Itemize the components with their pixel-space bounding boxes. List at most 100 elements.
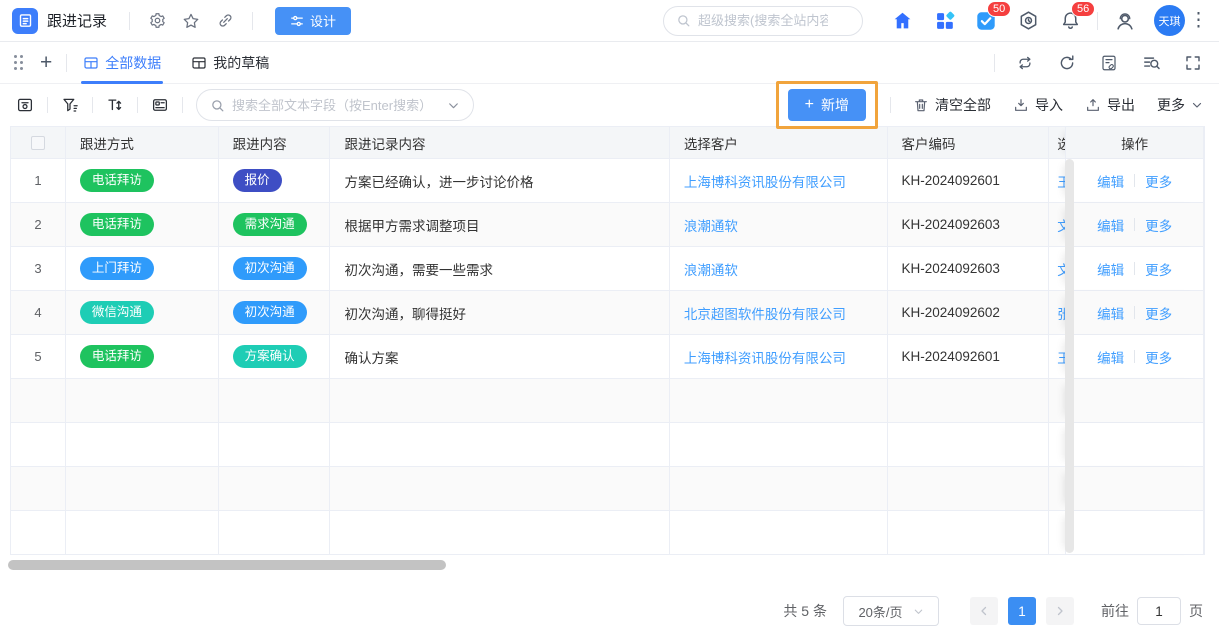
edit-link[interactable]: 编辑 <box>1097 259 1124 279</box>
header-code[interactable]: 客户编码 <box>888 127 1050 158</box>
design-button[interactable]: 设计 <box>275 7 351 35</box>
more-label: 更多 <box>1157 95 1185 115</box>
table-toolbar: + 新增 清空全部 导入 导出 <box>0 84 1219 126</box>
home-icon[interactable] <box>887 6 917 36</box>
share-link-icon[interactable] <box>211 7 239 35</box>
filter-icon[interactable] <box>57 92 83 118</box>
more-link[interactable]: 更多 <box>1145 259 1172 279</box>
view-tools <box>994 51 1205 75</box>
workflow-icon[interactable] <box>1013 6 1043 36</box>
field-search-box[interactable] <box>196 89 474 121</box>
method-cell: 上门拜访 <box>66 247 219 290</box>
customer-support-icon[interactable] <box>1110 6 1140 36</box>
notification-count-badge: 56 <box>1071 1 1095 17</box>
method-cell: 微信沟通 <box>66 291 219 334</box>
export-button[interactable]: 导出 <box>1085 95 1135 115</box>
customer-cell: 北京超图软件股份有限公司 <box>670 291 888 334</box>
customer-link[interactable]: 浪潮通软 <box>684 259 738 279</box>
more-link[interactable]: 更多 <box>1145 303 1172 323</box>
header-record[interactable]: 跟进记录内容 <box>330 127 669 158</box>
field-display-icon[interactable] <box>147 92 173 118</box>
vertical-scrollbar[interactable] <box>1065 159 1074 553</box>
add-view-button[interactable]: + <box>40 52 52 73</box>
page-size-select[interactable]: 20条/页 <box>843 596 939 626</box>
plus-icon: + <box>805 97 814 113</box>
content-badge: 需求沟通 <box>233 213 307 235</box>
header-method[interactable]: 跟进方式 <box>66 127 219 158</box>
more-kebab-icon[interactable]: ⋮ <box>1189 9 1207 32</box>
next-page-button[interactable] <box>1046 597 1074 625</box>
current-page-button[interactable]: 1 <box>1008 597 1036 625</box>
header-action: 操作 <box>1065 127 1204 158</box>
edit-link[interactable]: 编辑 <box>1097 347 1124 367</box>
header-clipped: 选 <box>1049 127 1065 158</box>
settings-gear-icon[interactable] <box>143 7 171 35</box>
horizontal-scrollbar-thumb[interactable] <box>8 560 446 570</box>
customer-cell: 浪潮通软 <box>670 203 888 246</box>
user-avatar[interactable]: 天琪 <box>1154 5 1185 36</box>
content-cell: 方案确认 <box>219 335 331 378</box>
data-flow-icon[interactable] <box>1013 51 1037 75</box>
customer-link[interactable]: 浪潮通软 <box>684 215 738 235</box>
fullscreen-icon[interactable] <box>1181 51 1205 75</box>
table-row[interactable]: 5 电话拜访 方案确认 确认方案 上海博科资讯股份有限公司 KH-2024092… <box>11 334 1204 378</box>
table-view-icon <box>83 55 99 71</box>
clipped-cell: 张 <box>1049 291 1065 334</box>
field-search-input[interactable] <box>232 98 440 113</box>
apps-grid-icon[interactable] <box>929 6 959 36</box>
tab-all-data[interactable]: 全部数据 <box>83 42 161 84</box>
action-cell: 编辑 更多 <box>1065 203 1204 246</box>
export-icon <box>1085 97 1101 113</box>
tab-my-drafts[interactable]: 我的草稿 <box>191 42 269 84</box>
refresh-icon[interactable] <box>1055 51 1079 75</box>
header-content[interactable]: 跟进内容 <box>219 127 331 158</box>
edit-link[interactable]: 编辑 <box>1097 171 1124 191</box>
import-icon <box>1013 97 1029 113</box>
action-cell: 编辑 更多 <box>1065 335 1204 378</box>
global-search-input[interactable] <box>698 13 828 28</box>
chevron-down-icon[interactable] <box>447 99 460 112</box>
method-cell: 电话拜访 <box>66 335 219 378</box>
method-badge: 电话拜访 <box>80 169 154 191</box>
table-row[interactable]: 1 电话拜访 报价 方案已经确认，进一步讨论价格 上海博科资讯股份有限公司 KH… <box>11 158 1204 202</box>
customer-link[interactable]: 上海博科资讯股份有限公司 <box>684 347 846 367</box>
global-search-box[interactable] <box>663 6 863 36</box>
row-number-cell: 3 <box>11 247 66 290</box>
table-row[interactable]: 4 微信沟通 初次沟通 初次沟通，聊得挺好 北京超图软件股份有限公司 KH-20… <box>11 290 1204 334</box>
import-button[interactable]: 导入 <box>1013 95 1063 115</box>
prev-page-button[interactable] <box>970 597 998 625</box>
method-badge: 电话拜访 <box>80 213 154 235</box>
method-badge: 微信沟通 <box>80 301 154 323</box>
clear-all-button[interactable]: 清空全部 <box>913 95 991 115</box>
divider <box>47 97 48 113</box>
notifications-bell-icon[interactable]: 56 <box>1055 6 1085 36</box>
search-icon <box>210 98 225 113</box>
edit-link[interactable]: 编辑 <box>1097 303 1124 323</box>
more-link[interactable]: 更多 <box>1145 171 1172 191</box>
favorite-star-icon[interactable] <box>177 7 205 35</box>
todo-tasks-icon[interactable]: 50 <box>971 6 1001 36</box>
customer-link[interactable]: 北京超图软件股份有限公司 <box>684 303 846 323</box>
edit-link[interactable]: 编辑 <box>1097 215 1124 235</box>
row-height-icon[interactable] <box>12 92 38 118</box>
customer-link[interactable]: 上海博科资讯股份有限公司 <box>684 171 846 191</box>
divider <box>129 12 130 30</box>
content-badge: 报价 <box>233 169 282 191</box>
chevron-down-icon <box>1191 99 1203 111</box>
select-all-checkbox[interactable] <box>31 136 45 150</box>
search-in-view-icon[interactable] <box>1139 51 1163 75</box>
table-row[interactable]: 2 电话拜访 需求沟通 根据甲方需求调整项目 浪潮通软 KH-202409260… <box>11 202 1204 246</box>
more-link[interactable]: 更多 <box>1145 215 1172 235</box>
sort-icon[interactable] <box>102 92 128 118</box>
header-customer[interactable]: 选择客户 <box>670 127 888 158</box>
drag-handle-icon[interactable] <box>14 55 24 71</box>
divider <box>182 97 183 113</box>
add-record-button[interactable]: + 新增 <box>788 89 866 121</box>
table-row[interactable]: 3 上门拜访 初次沟通 初次沟通，需要一些需求 浪潮通软 KH-20240926… <box>11 246 1204 290</box>
goto-page-input[interactable] <box>1137 597 1181 625</box>
content-badge: 初次沟通 <box>233 257 307 279</box>
more-button[interactable]: 更多 <box>1157 95 1203 115</box>
more-link[interactable]: 更多 <box>1145 347 1172 367</box>
table-header-row: 跟进方式 跟进内容 跟进记录内容 选择客户 客户编码 选 操作 <box>11 126 1204 158</box>
record-link-icon[interactable] <box>1097 51 1121 75</box>
